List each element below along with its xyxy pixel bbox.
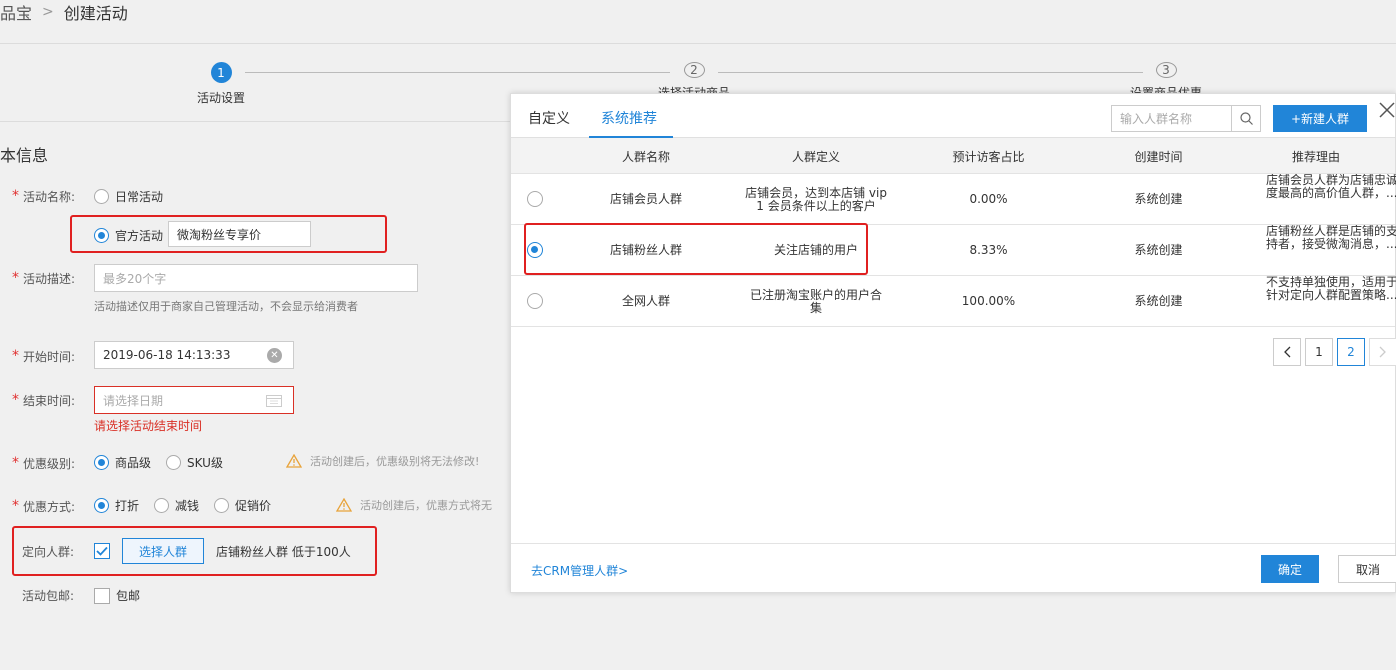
crowd-definition: 店铺会员，达到本店铺 vip 1 会员条件以上的客户 (745, 185, 887, 213)
clear-icon[interactable]: ✕ (267, 348, 282, 363)
next-page-button[interactable] (1369, 338, 1396, 366)
highlight-box (12, 526, 377, 576)
step-number: 3 (1155, 62, 1177, 78)
radio-item-level[interactable]: 商品级 (94, 452, 151, 472)
warning-icon (286, 454, 302, 468)
visitor-ratio: 100.00% (961, 294, 1016, 308)
visitor-ratio: 8.33% (969, 243, 1008, 257)
recommend-reason: 店铺粉丝人群是店铺的支 持者，接受微淘消息，... (1266, 225, 1396, 251)
radio-icon (166, 454, 181, 470)
discount-level-label: * 优惠级别: (12, 455, 76, 471)
step-label: 活动设置 (196, 91, 245, 105)
breadcrumb-parent[interactable]: 品宝 (0, 0, 32, 24)
step-3: 3 设置商品优惠 (1128, 62, 1204, 95)
col-visitor-ratio: 预计访客占比 (952, 149, 1025, 164)
table-row[interactable]: 店铺会员人群 店铺会员，达到本店铺 vip 1 会员条件以上的客户 0.00% 系… (511, 174, 1396, 225)
radio-icon (214, 497, 229, 513)
header-divider (0, 43, 1396, 44)
discount-level-warning: 活动创建后，优惠级别将无法修改! (286, 452, 479, 470)
crowd-search-input[interactable]: 输入人群名称 (1112, 106, 1231, 131)
page-1-button[interactable]: 1 (1305, 338, 1333, 366)
footer-divider (511, 543, 1395, 544)
crowd-search: 输入人群名称 (1111, 105, 1261, 132)
prev-page-button[interactable] (1273, 338, 1301, 366)
radio-sku-level[interactable]: SKU级 (166, 452, 223, 472)
col-crowd-definition: 人群定义 (791, 149, 840, 164)
tab-custom[interactable]: 自定义 (528, 108, 570, 128)
radio-discount[interactable]: 打折 (94, 495, 139, 515)
col-recommend-reason: 推荐理由 (1291, 149, 1340, 164)
radio-daily-activity[interactable]: 日常活动 (94, 186, 163, 206)
highlight-box (524, 223, 868, 275)
search-button[interactable] (1231, 106, 1260, 131)
radio-promo-price[interactable]: 促销价 (214, 495, 271, 515)
visitor-ratio: 0.00% (969, 192, 1008, 206)
tab-system-recommend[interactable]: 系统推荐 (601, 108, 657, 128)
step-connector (245, 72, 670, 73)
end-time-input[interactable]: 请选择日期 (94, 386, 294, 414)
step-2: 2 选择活动商品 (656, 62, 732, 95)
created-time: 系统创建 (1134, 243, 1183, 257)
crowd-definition: 已注册淘宝账户的用户合集 (749, 287, 882, 315)
row-radio[interactable] (527, 191, 543, 207)
table-header: 人群名称 人群定义 预计访客占比 创建时间 推荐理由 (511, 138, 1395, 174)
activity-desc-input[interactable]: 最多20个字 (94, 264, 418, 292)
recommend-reason: 店铺会员人群为店铺忠诚 度最高的高价值人群，... (1266, 174, 1396, 200)
crowd-name: 全网人群 (621, 294, 670, 308)
page-2-button[interactable]: 2 (1337, 338, 1365, 366)
section-title: 本信息 (0, 146, 49, 165)
step-1: 1 活动设置 (183, 62, 259, 106)
free-shipping-checkbox[interactable]: 包邮 (94, 587, 140, 604)
new-crowd-button[interactable]: +新建人群 (1273, 105, 1367, 132)
close-icon[interactable] (1377, 100, 1396, 120)
created-time: 系统创建 (1134, 192, 1183, 206)
step-connector (718, 72, 1143, 73)
step-number: 1 (210, 62, 232, 83)
end-time-error: 请选择活动结束时间 (94, 419, 203, 433)
radio-reduce[interactable]: 减钱 (154, 495, 199, 515)
highlight-box (70, 215, 387, 253)
discount-type-label: * 优惠方式: (12, 498, 76, 514)
radio-icon (94, 188, 109, 204)
col-crowd-name: 人群名称 (621, 149, 670, 164)
confirm-button[interactable]: 确定 (1261, 555, 1319, 583)
chevron-right-icon (1379, 346, 1386, 358)
radio-icon (94, 497, 109, 513)
checkbox-icon (94, 587, 110, 604)
breadcrumb-current: 创建活动 (63, 4, 128, 23)
created-time: 系统创建 (1134, 294, 1183, 308)
crm-manage-link[interactable]: 去CRM管理人群> (531, 562, 628, 579)
warning-icon (336, 498, 352, 512)
start-time-input[interactable]: 2019-06-18 14:13:33 ✕ (94, 341, 294, 369)
breadcrumb: 品宝 > 创建活动 (0, 0, 128, 24)
table-row[interactable]: 全网人群 已注册淘宝账户的用户合集 100.00% 系统创建 不支持单独使用，适… (511, 276, 1396, 327)
activity-name-label: * 活动名称: (12, 188, 76, 204)
radio-icon (94, 454, 109, 470)
activity-desc-label: * 活动描述: (12, 270, 76, 286)
chevron-left-icon (1284, 346, 1291, 358)
radio-icon (154, 497, 169, 513)
crowd-name: 店铺会员人群 (609, 192, 682, 206)
col-created-time: 创建时间 (1134, 149, 1183, 164)
search-icon (1239, 112, 1253, 125)
activity-desc-hint: 活动描述仅用于商家自己管理活动，不会显示给消费者 (94, 300, 358, 313)
cancel-button[interactable]: 取消 (1338, 555, 1396, 583)
recommend-reason: 不支持单独使用，适用于 针对定向人群配置策略... (1266, 276, 1396, 302)
step-number: 2 (683, 62, 705, 78)
calendar-icon (266, 395, 282, 407)
end-time-label: * 结束时间: (12, 392, 76, 408)
free-shipping-label: 活动包邮: (22, 588, 75, 603)
row-radio[interactable] (527, 293, 543, 309)
chevron-right-icon: > (42, 4, 54, 20)
start-time-label: * 开始时间: (12, 348, 76, 364)
crowd-select-modal: 自定义 系统推荐 输入人群名称 +新建人群 人群名称 人群定义 预计访客占比 创… (510, 93, 1396, 593)
modal-tabs: 自定义 系统推荐 输入人群名称 +新建人群 (511, 94, 1395, 138)
discount-type-warning: 活动创建后，优惠方式将无 (336, 496, 510, 514)
